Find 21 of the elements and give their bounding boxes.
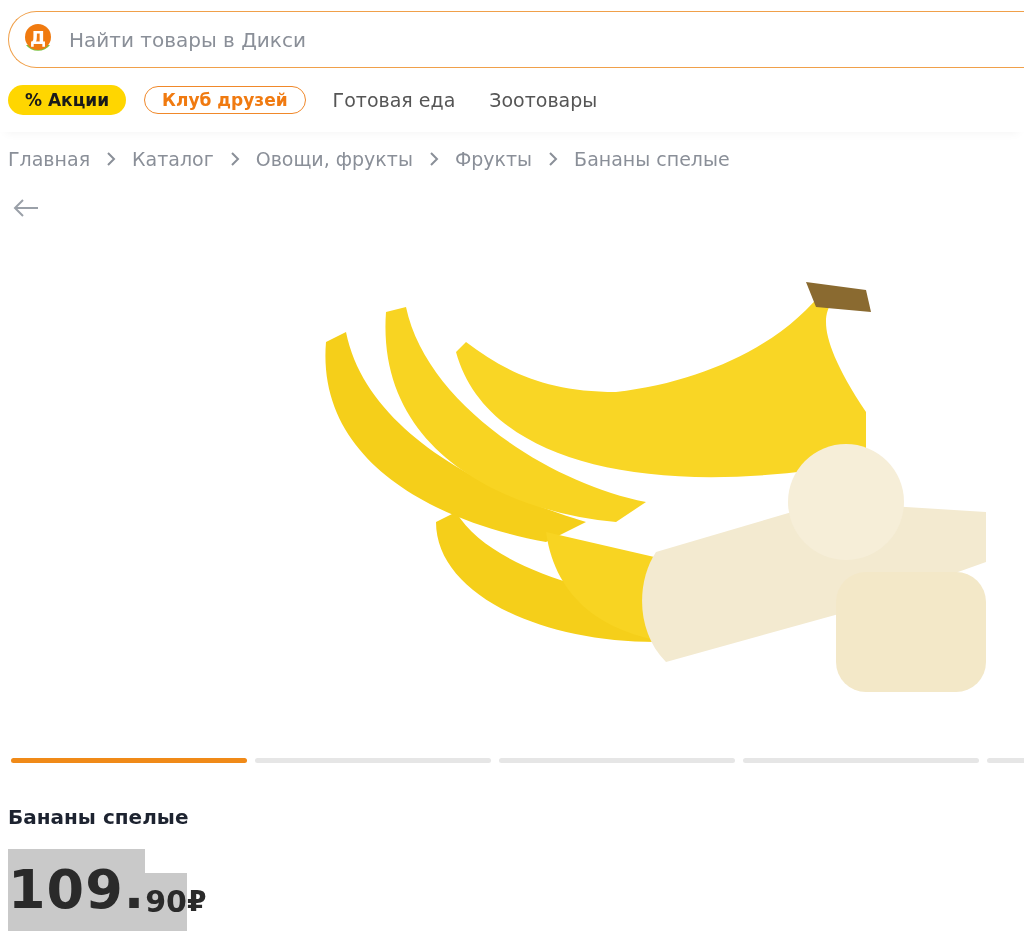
breadcrumb-link[interactable]: Главная — [8, 148, 91, 170]
product-title: Бананы спелые — [8, 805, 190, 831]
breadcrumb-link[interactable]: Бананы спелые — [574, 148, 730, 170]
breadcrumb-link[interactable]: Каталог — [132, 148, 214, 170]
back-arrow-icon[interactable] — [12, 198, 40, 218]
price-kopecks: 90 — [145, 873, 187, 931]
category-link[interactable]: Зоотовары — [480, 85, 607, 115]
breadcrumb-link[interactable]: Овощи, фрукты — [255, 148, 413, 170]
chevron-right-icon — [229, 152, 240, 166]
chevron-right-icon — [106, 152, 117, 166]
slide-indicator[interactable] — [743, 758, 979, 763]
promotions-button[interactable]: % Акции — [8, 85, 127, 115]
chevron-right-icon — [428, 152, 439, 166]
slide-indicator[interactable] — [11, 758, 247, 763]
slide-indicator[interactable] — [499, 758, 735, 763]
category-link[interactable]: Готовая еда — [323, 85, 465, 115]
chevron-right-icon — [548, 152, 559, 166]
breadcrumb-link[interactable]: Фрукты — [454, 148, 533, 170]
currency-sign: ₽ — [187, 884, 207, 920]
slide-indicator[interactable] — [255, 758, 491, 763]
price-rubles: 109. — [8, 849, 146, 931]
